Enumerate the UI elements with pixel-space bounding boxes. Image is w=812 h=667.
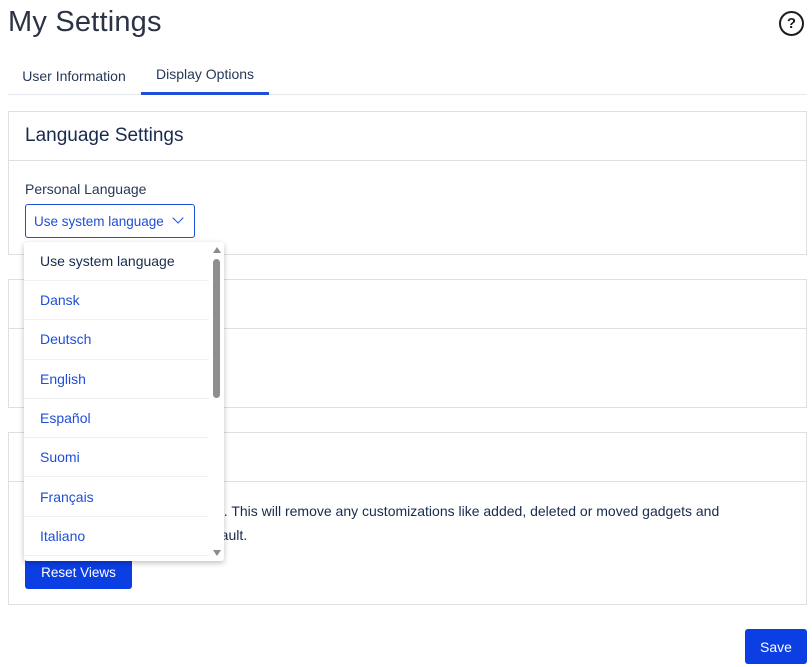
- scroll-down-arrow-icon[interactable]: [213, 550, 221, 556]
- tab-user-information[interactable]: User Information: [8, 56, 140, 95]
- language-option-espanol[interactable]: Español: [24, 399, 209, 439]
- page-title: My Settings: [8, 6, 162, 38]
- personal-language-value: Use system language: [34, 213, 164, 229]
- help-icon[interactable]: ?: [779, 11, 804, 36]
- dropdown-scrollbar[interactable]: [210, 242, 224, 561]
- save-button[interactable]: Save: [745, 629, 807, 664]
- language-option-suomi[interactable]: Suomi: [24, 438, 209, 478]
- language-option-english[interactable]: English: [24, 360, 209, 399]
- tab-display-options[interactable]: Display Options: [141, 56, 269, 95]
- language-option-deutsch[interactable]: Deutsch: [24, 320, 209, 360]
- language-option-system[interactable]: Use system language: [24, 242, 209, 281]
- reset-views-text-line2: efault.: [209, 527, 248, 543]
- scroll-up-arrow-icon[interactable]: [213, 247, 221, 253]
- scrollbar-thumb[interactable]: [213, 259, 220, 398]
- tab-bar: User Information Display Options: [8, 56, 807, 95]
- language-option-italiano[interactable]: Italiano: [24, 517, 209, 557]
- language-settings-heading: Language Settings: [9, 112, 806, 161]
- language-dropdown-menu: Use system language Dansk Deutsch Englis…: [24, 242, 224, 561]
- language-option-francais[interactable]: Français: [24, 477, 209, 517]
- personal-language-label: Personal Language: [25, 181, 147, 197]
- chevron-down-icon: [172, 212, 184, 224]
- reset-views-text-line1: ult. This will remove any customizations…: [209, 503, 720, 519]
- language-option-dansk[interactable]: Dansk: [24, 281, 209, 321]
- language-option-list: Use system language Dansk Deutsch Englis…: [24, 242, 209, 557]
- personal-language-select[interactable]: Use system language: [25, 204, 195, 238]
- reset-views-description: ult. This will remove any customizations…: [209, 499, 719, 547]
- language-settings-panel: Language Settings Personal Language Use …: [8, 111, 807, 255]
